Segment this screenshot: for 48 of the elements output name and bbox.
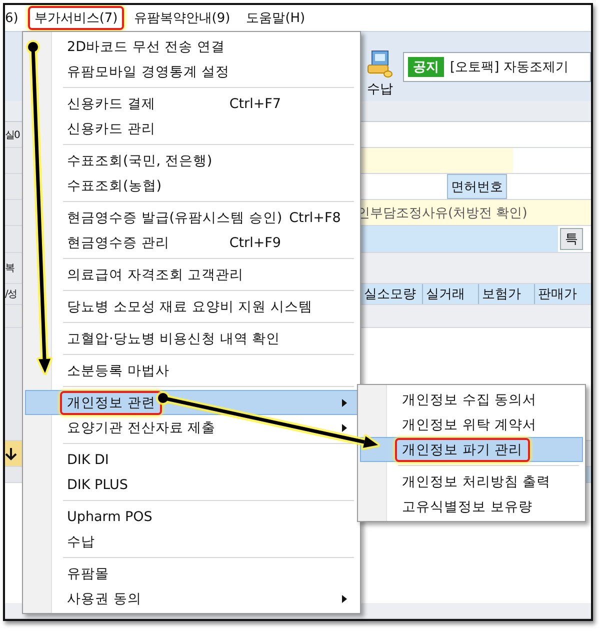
menu-item[interactable]: 당뇨병 소모성 재료 요양비 지원 시스템 xyxy=(25,294,358,319)
toolbar-button[interactable]: 수납 xyxy=(367,50,393,98)
menu-item[interactable]: 신용카드 관리 xyxy=(25,116,358,141)
menu-item[interactable]: 수표조회(국민, 전은행) xyxy=(25,148,358,173)
row-header: 실0 xyxy=(5,122,23,147)
menu-item[interactable]: 수납 xyxy=(25,529,358,554)
menu-item[interactable]: 현금영수증 관리 Ctrl+F9 xyxy=(25,230,358,255)
input-field[interactable] xyxy=(360,148,513,173)
column-header: 판매가 xyxy=(534,284,590,304)
menu-item[interactable]: 신용카드 결제 Ctrl+F7 xyxy=(25,91,358,116)
menu-item[interactable]: 유팜몰 xyxy=(25,561,358,586)
menu-item[interactable]: 개인정보 관련 xyxy=(25,390,358,415)
menu-item[interactable]: 개인정보 수집 동의서 xyxy=(360,387,583,412)
notice-text: [오토팩] 자동조제기 xyxy=(450,58,568,76)
menu-item[interactable]: DIK PLUS xyxy=(25,472,358,497)
menu-item[interactable]: Upharm POS xyxy=(25,504,358,529)
menu-bar-item[interactable]: 6) xyxy=(5,8,24,28)
menu-item[interactable]: 개인정보 처리방침 출력 xyxy=(360,469,583,494)
menu-bar-item[interactable]: 부가서비스(7) xyxy=(28,6,124,30)
menu-item[interactable]: 유팜모바일 경영통계 설정 xyxy=(25,59,358,84)
notice-badge: 공지 xyxy=(408,56,444,76)
menu-bar-item[interactable]: 유팜복약안내(9) xyxy=(128,6,236,30)
menu-item[interactable]: 현금영수증 발급(유팜시스템 승인) Ctrl+F8 xyxy=(25,205,358,230)
hint-text: 인부담조정사유(처방전 확인) xyxy=(356,204,528,222)
row-header: /성 xyxy=(5,284,23,304)
row-header xyxy=(5,200,23,225)
menu-item[interactable]: 의료급여 자격조회 고객관리 xyxy=(25,262,358,287)
menu-item[interactable]: 수표조회(농협) xyxy=(25,173,358,198)
menu-item[interactable]: 개인정보 파기 관리 xyxy=(360,437,583,462)
side-button[interactable]: 특 xyxy=(560,228,583,250)
row-header xyxy=(5,148,23,173)
row-header xyxy=(5,226,23,252)
input-field[interactable] xyxy=(360,226,558,252)
menu-item[interactable]: 소분등록 마법사 xyxy=(25,358,358,383)
menu-item[interactable]: DIK DI xyxy=(25,447,358,472)
menu-item[interactable]: 요양기관 전산자료 제출 xyxy=(25,415,358,440)
column-header: 보험가 xyxy=(478,284,534,304)
menu-bar-item[interactable]: 도움말(H) xyxy=(240,6,312,30)
menu-item[interactable]: 고유식별정보 보유량 xyxy=(360,494,583,519)
field-label: 면허번호 xyxy=(447,174,507,199)
row-header xyxy=(5,174,23,199)
row-header: 복 xyxy=(5,253,23,283)
column-header: 실거래 xyxy=(422,284,478,304)
menu-item[interactable]: 개인정보 위탁 계약서 xyxy=(360,412,583,437)
cash-icon xyxy=(367,50,393,80)
menu-item[interactable]: 고혈압·당뇨병 비용신청 내역 확인 xyxy=(25,326,358,351)
menu-item[interactable]: 2D바코드 무선 전송 연결 xyxy=(25,34,358,59)
menu-item[interactable]: 사용권 동의 xyxy=(25,586,358,611)
